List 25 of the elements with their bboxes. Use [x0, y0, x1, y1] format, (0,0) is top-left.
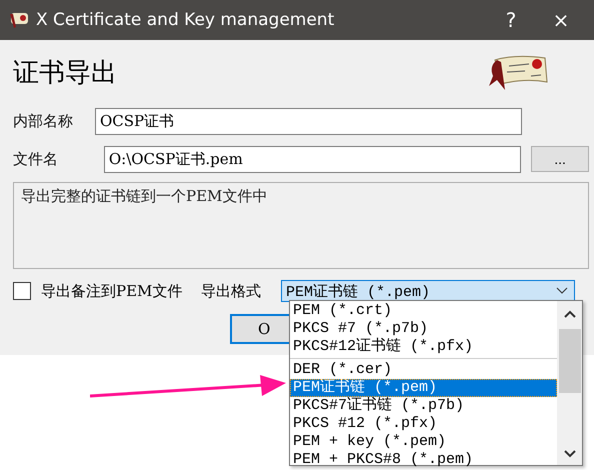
checkbox[interactable]	[13, 282, 31, 300]
dropdown-option[interactable]: DER (*.cer)	[290, 361, 557, 379]
checkbox-label: 导出备注到PEM文件	[41, 282, 184, 300]
window-title: X Certificate and Key management	[36, 10, 334, 30]
description-text: 导出完整的证书链到一个PEM文件中	[21, 187, 268, 205]
help-button[interactable]: ?	[486, 7, 536, 33]
scroll-icon	[8, 10, 30, 30]
field-label: 文件名	[13, 150, 59, 168]
format-dropdown[interactable]: PEM证书链 (*.pem)	[281, 280, 575, 302]
name-field[interactable]: OCSP证书	[95, 108, 522, 134]
dropdown-option[interactable]: PEM + key (*.pem)	[290, 433, 557, 451]
scroll-up-icon[interactable]	[562, 309, 576, 319]
caret-icon	[556, 287, 568, 295]
dropdown-option[interactable]: PKCS#7证书链 (*.p7b)	[290, 397, 557, 415]
close-button[interactable]: ×	[536, 7, 586, 33]
dropdown-option[interactable]: PEM证书链 (*.pem)	[290, 379, 557, 397]
scrollbar[interactable]	[557, 301, 582, 465]
dropdown-option[interactable]: PEM + PKCS#8 (*.pem)	[290, 451, 557, 469]
format-label: 导出格式	[201, 282, 262, 300]
browse-button[interactable]: ...	[531, 146, 589, 172]
dropdown-option[interactable]: PKCS #12 (*.pfx)	[290, 415, 557, 433]
file-name-field[interactable]: O:\OCSP证书.pem	[104, 146, 522, 172]
page-heading: 证书导出	[13, 56, 117, 90]
field-label: 内部名称	[13, 112, 74, 130]
scroll-down-icon[interactable]	[562, 449, 576, 459]
